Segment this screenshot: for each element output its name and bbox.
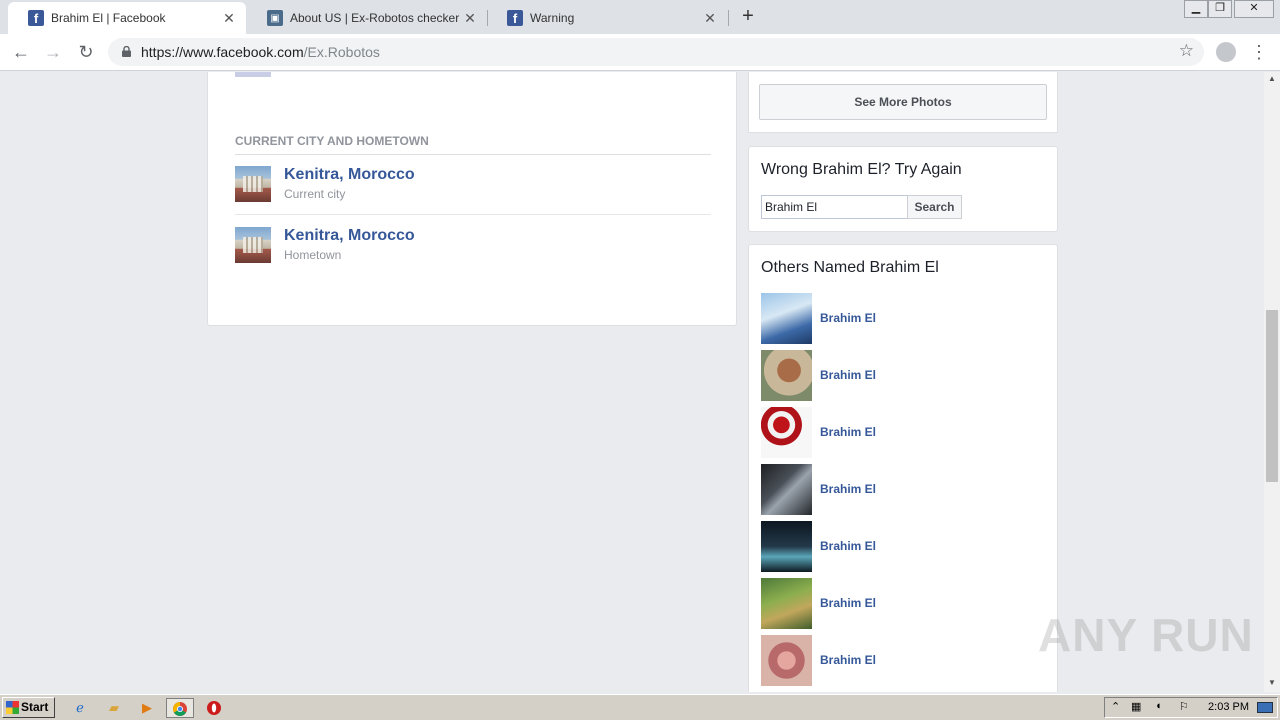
lock-icon <box>122 46 131 57</box>
person-list-item[interactable]: Brahim El <box>761 464 1051 515</box>
person-name-link[interactable]: Brahim El <box>820 482 876 496</box>
scroll-down-arrow-icon[interactable]: ▼ <box>1264 676 1280 690</box>
page-viewport: CURRENT CITY AND HOMETOWN Kenitra, Moroc… <box>0 72 1264 692</box>
others-named-card: Others Named Brahim El Brahim El Brahim … <box>748 244 1058 692</box>
person-name-link[interactable]: Brahim El <box>820 596 876 610</box>
place-type-label: Hometown <box>284 248 342 262</box>
site-icon: ▣ <box>267 10 283 26</box>
tab-warning[interactable]: f Warning ✕ <box>487 2 727 34</box>
close-icon[interactable]: ✕ <box>222 10 236 27</box>
cropped-thumbnail <box>235 72 271 77</box>
folder-icon[interactable]: ▰ <box>100 698 128 718</box>
person-name-link[interactable]: Brahim El <box>820 368 876 382</box>
media-player-icon[interactable]: ▶ <box>133 698 161 718</box>
person-list-item[interactable]: Brahim El <box>761 635 1051 686</box>
bookmark-star-icon[interactable]: ☆ <box>1179 41 1194 61</box>
chrome-icon[interactable] <box>166 698 194 718</box>
url-text: https://www.facebook.com/Ex.Robotos <box>141 44 380 60</box>
clock: 2:03 PM <box>1208 701 1249 713</box>
browser-menu-icon[interactable]: ⋮ <box>1250 40 1268 64</box>
close-icon[interactable]: ✕ <box>703 10 717 27</box>
address-bar[interactable]: https://www.facebook.com/Ex.Robotos ☆ <box>108 38 1204 66</box>
city-link[interactable]: Kenitra, Morocco <box>284 227 415 245</box>
scrollbar-thumb[interactable] <box>1266 310 1278 482</box>
tray-expand-icon[interactable]: ⌃ <box>1111 700 1120 713</box>
profile-avatar-icon[interactable] <box>1216 42 1236 62</box>
person-list-item[interactable]: Brahim El <box>761 350 1051 401</box>
card-heading: Others Named Brahim El <box>761 259 939 276</box>
name-search-input[interactable] <box>761 195 908 219</box>
windows-flag-icon <box>6 701 19 714</box>
tab-divider <box>728 10 729 26</box>
person-list-item[interactable]: Brahim El <box>761 293 1051 344</box>
facebook-icon: f <box>507 10 523 26</box>
minimize-button[interactable]: ▁ <box>1184 0 1208 18</box>
action-center-flag-icon[interactable]: ⚐ <box>1179 700 1189 713</box>
place-type-label: Current city <box>284 187 346 201</box>
place-row-hometown: Kenitra, Morocco Hometown <box>235 227 711 277</box>
photos-card: See More Photos <box>748 72 1058 133</box>
url-host: https://www.facebook.com <box>141 44 304 60</box>
person-name-link[interactable]: Brahim El <box>820 539 876 553</box>
close-icon[interactable]: ✕ <box>463 10 477 27</box>
person-name-link[interactable]: Brahim El <box>820 653 876 667</box>
tab-about-us[interactable]: ▣ About US | Ex-Robotos checker ✕ <box>247 2 487 34</box>
system-tray: ⌃ ▦ ◖ ⚐ 2:03 PM <box>1104 697 1278 718</box>
avatar[interactable] <box>761 350 812 401</box>
city-thumbnail[interactable] <box>235 227 271 263</box>
start-button[interactable]: Start <box>2 697 55 718</box>
tab-facebook-profile[interactable]: f Brahim El | Facebook ✕ <box>8 2 246 34</box>
person-name-link[interactable]: Brahim El <box>820 311 876 325</box>
internet-explorer-icon[interactable]: ℯ <box>66 698 94 718</box>
tab-title: About US | Ex-Robotos checker <box>290 11 460 25</box>
volume-icon[interactable]: ◖ <box>1155 700 1162 712</box>
avatar[interactable] <box>761 464 812 515</box>
avatar[interactable] <box>761 407 812 458</box>
wrong-person-card: Wrong Brahim El? Try Again Search <box>748 146 1058 232</box>
tab-title: Brahim El | Facebook <box>51 11 166 25</box>
start-label: Start <box>21 700 49 714</box>
reload-icon[interactable]: ↻ <box>74 40 98 64</box>
browser-tab-bar: f Brahim El | Facebook ✕ ▣ About US | Ex… <box>0 0 1280 34</box>
about-places-card: CURRENT CITY AND HOMETOWN Kenitra, Moroc… <box>207 72 737 326</box>
avatar[interactable] <box>761 521 812 572</box>
back-arrow-icon[interactable]: ← <box>9 40 33 64</box>
forward-arrow-icon[interactable]: → <box>41 40 65 64</box>
person-list-item[interactable]: Brahim El <box>761 521 1051 572</box>
search-button[interactable]: Search <box>907 195 962 219</box>
see-more-photos-button[interactable]: See More Photos <box>759 84 1047 120</box>
windows-taskbar: Start ℯ ▰ ▶ ⌃ ▦ ◖ ⚐ 2:03 PM <box>0 694 1280 720</box>
network-icon[interactable]: ▦ <box>1131 700 1141 713</box>
divider <box>235 154 711 155</box>
person-list-item[interactable]: Brahim El <box>761 578 1051 629</box>
restore-button[interactable]: ❐ <box>1208 0 1232 18</box>
person-list-item[interactable]: Brahim El <box>761 407 1051 458</box>
window-close-button[interactable]: ✕ <box>1234 0 1274 18</box>
scroll-up-arrow-icon[interactable]: ▲ <box>1264 72 1280 86</box>
show-desktop-icon[interactable] <box>1257 702 1273 713</box>
card-heading: Wrong Brahim El? Try Again <box>761 161 962 178</box>
place-row-current-city: Kenitra, Morocco Current city <box>235 166 711 216</box>
avatar[interactable] <box>761 578 812 629</box>
page-scrollbar[interactable]: ▲ ▼ <box>1264 72 1280 692</box>
divider <box>235 214 711 215</box>
avatar[interactable] <box>761 635 812 686</box>
city-thumbnail[interactable] <box>235 166 271 202</box>
chrome-logo <box>173 702 187 716</box>
tab-title: Warning <box>530 11 575 25</box>
opera-icon[interactable] <box>200 698 228 718</box>
anyrun-watermark: ANY RUN <box>1038 609 1254 661</box>
url-path: /Ex.Robotos <box>303 44 380 60</box>
section-title: CURRENT CITY AND HOMETOWN <box>235 134 429 148</box>
opera-logo <box>207 701 221 715</box>
person-name-link[interactable]: Brahim El <box>820 425 876 439</box>
avatar[interactable] <box>761 293 812 344</box>
city-link[interactable]: Kenitra, Morocco <box>284 166 415 184</box>
facebook-icon: f <box>28 10 44 26</box>
browser-toolbar: ← → ↻ https://www.facebook.com/Ex.Roboto… <box>0 34 1280 71</box>
new-tab-button[interactable]: + <box>736 4 760 28</box>
